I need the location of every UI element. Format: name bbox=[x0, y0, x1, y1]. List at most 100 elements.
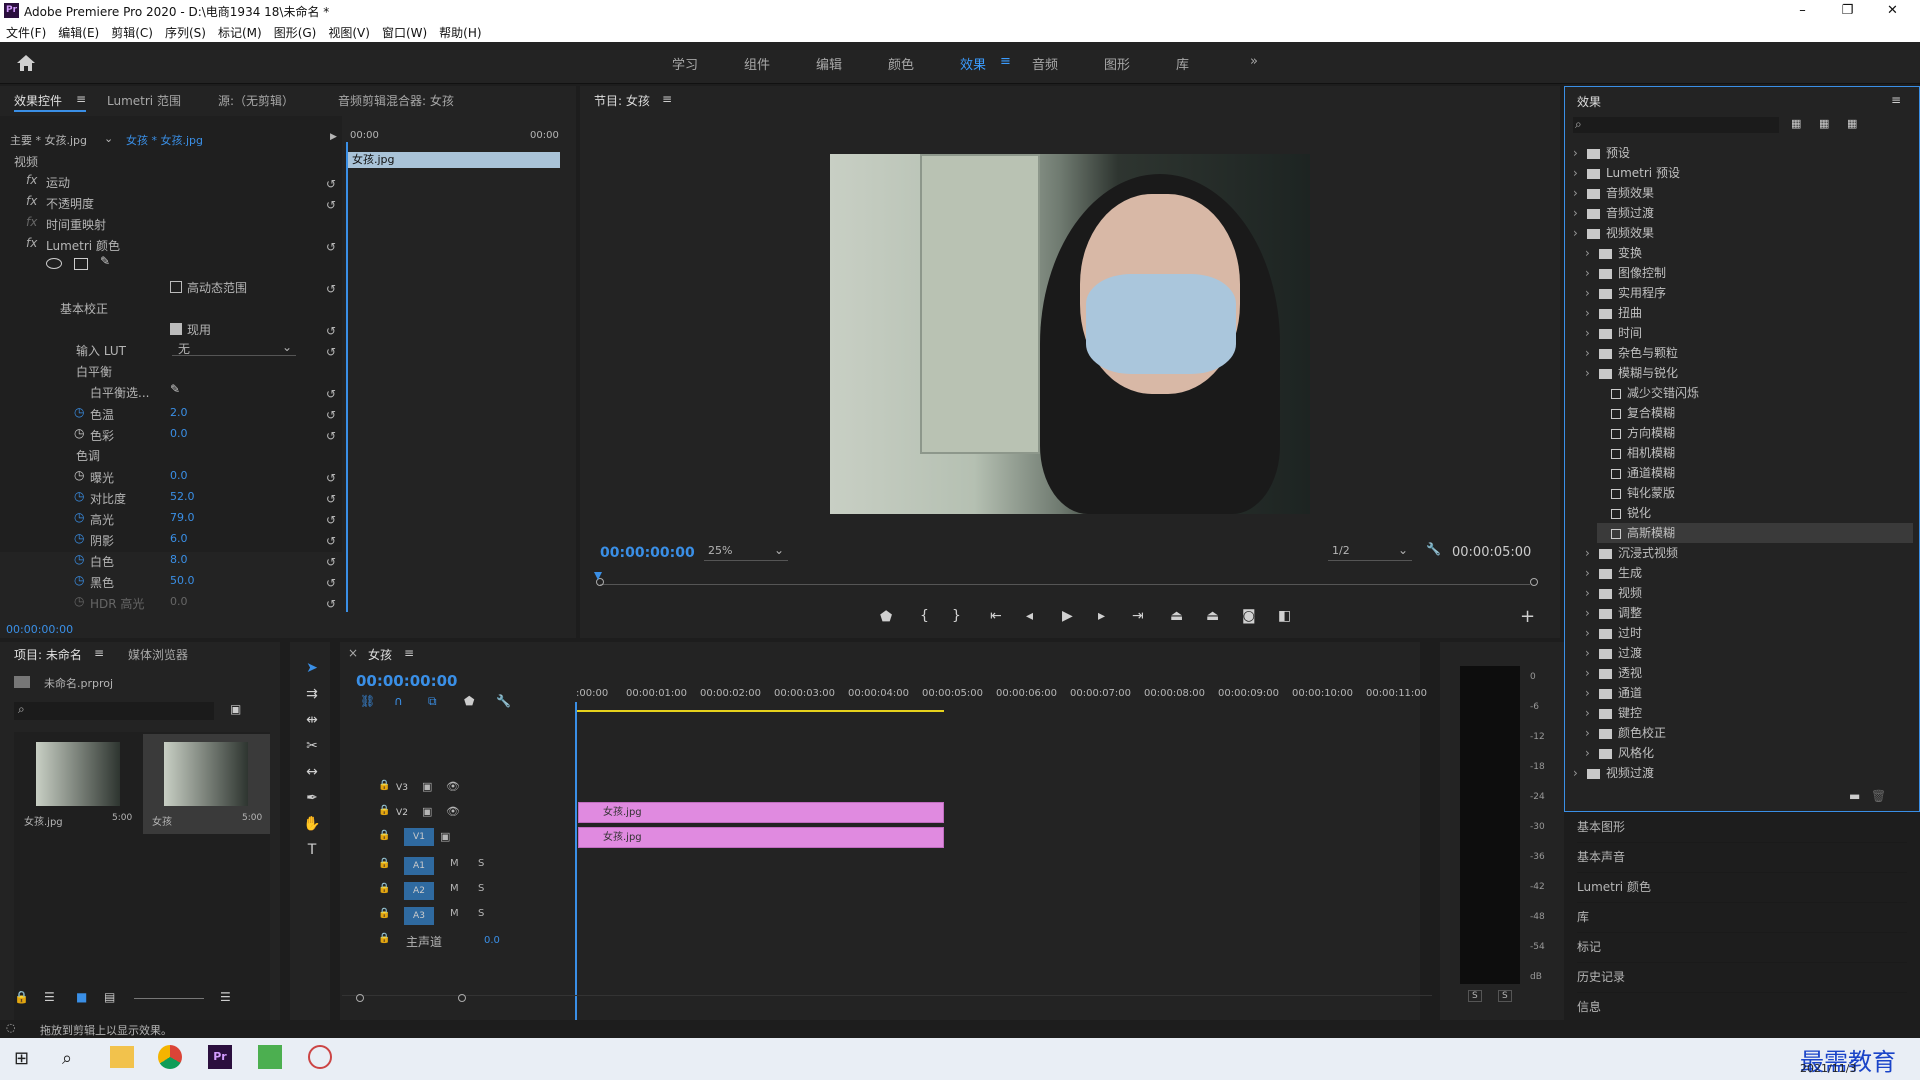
chevron-right-icon[interactable]: › bbox=[1585, 243, 1599, 263]
step-forward-icon[interactable]: ▸ bbox=[1098, 608, 1105, 624]
reset-icon[interactable]: ↺ bbox=[326, 594, 336, 615]
track-a3-label[interactable]: A3 bbox=[404, 907, 434, 925]
app-taskbar-icon[interactable] bbox=[308, 1045, 332, 1069]
effects-tree-item[interactable]: › 视频过渡 bbox=[1573, 763, 1913, 783]
tab-effect-controls[interactable]: 效果控件 bbox=[14, 92, 62, 109]
effects-tree-item[interactable]: › 时间 bbox=[1585, 323, 1913, 343]
work-area-bar[interactable] bbox=[576, 710, 944, 712]
effects-tree-item[interactable]: › 键控 bbox=[1585, 703, 1913, 723]
32bit-effects-icon[interactable]: ▦ bbox=[1819, 117, 1829, 130]
reset-icon[interactable]: ↺ bbox=[326, 552, 336, 573]
lock-icon[interactable]: 🔒 bbox=[378, 780, 390, 791]
menu-view[interactable]: 视图(V) bbox=[322, 22, 376, 43]
new-bin-icon[interactable]: ▬ bbox=[1849, 789, 1860, 803]
workspace-color[interactable]: 颜色 bbox=[888, 54, 914, 73]
highlight-value[interactable]: 79.0 bbox=[170, 511, 195, 524]
white-value[interactable]: 8.0 bbox=[170, 553, 188, 566]
chevron-right-icon[interactable]: › bbox=[1585, 683, 1599, 703]
effects-tree-item[interactable]: › 颜色校正 bbox=[1585, 723, 1913, 743]
panel-essential-graphics[interactable]: 基本图形 bbox=[1577, 812, 1907, 840]
menu-marker[interactable]: 标记(M) bbox=[212, 22, 268, 43]
effects-tree-item[interactable]: › 扭曲 bbox=[1585, 303, 1913, 323]
chevron-right-icon[interactable]: › bbox=[1585, 703, 1599, 723]
fx-icon[interactable]: fx bbox=[26, 173, 37, 187]
reset-icon[interactable]: ↺ bbox=[326, 279, 336, 300]
workspace-assembly[interactable]: 组件 bbox=[744, 54, 770, 73]
menu-edit[interactable]: 编辑(E) bbox=[52, 22, 105, 43]
search-icon[interactable]: ⌕ bbox=[62, 1048, 72, 1069]
effects-tree-item[interactable]: › 实用程序 bbox=[1585, 283, 1913, 303]
add-marker-icon[interactable]: ⬟ bbox=[880, 609, 892, 625]
effects-tree-item[interactable]: › 沉浸式视频 bbox=[1585, 543, 1913, 563]
reset-icon[interactable]: ↺ bbox=[326, 468, 336, 489]
chevron-right-icon[interactable]: › bbox=[1585, 563, 1599, 583]
clip-v2[interactable]: 女孩.jpg bbox=[578, 802, 944, 823]
contrast-value[interactable]: 52.0 bbox=[170, 490, 195, 503]
stopwatch-icon[interactable]: ◷ bbox=[74, 489, 84, 503]
effects-tree-item[interactable]: › 模糊与锐化 bbox=[1585, 363, 1913, 383]
effects-tree-item[interactable]: 方向模糊 bbox=[1597, 423, 1913, 443]
compare-view-icon[interactable]: ◧ bbox=[1278, 608, 1291, 624]
fx-icon[interactable]: fx bbox=[26, 236, 37, 250]
workspace-learn[interactable]: 学习 bbox=[672, 54, 698, 73]
master-clip-label[interactable]: 主要 * 女孩.jpg bbox=[10, 132, 87, 148]
reset-icon[interactable]: ↺ bbox=[326, 342, 336, 363]
program-video-frame[interactable] bbox=[830, 154, 1310, 514]
effects-tree-item[interactable]: › 预设 bbox=[1573, 143, 1913, 163]
effects-tree-item[interactable]: › 风格化 bbox=[1585, 743, 1913, 763]
slip-tool-icon[interactable]: ↔ bbox=[300, 764, 324, 786]
eye-icon[interactable]: 👁 bbox=[446, 780, 460, 793]
mark-in-icon[interactable]: { bbox=[920, 608, 929, 624]
timeline-playhead[interactable] bbox=[575, 702, 577, 1032]
effects-tree-item[interactable]: › 调整 bbox=[1585, 603, 1913, 623]
razor-tool-icon[interactable]: ✂ bbox=[300, 738, 324, 760]
zoom-slider[interactable] bbox=[134, 998, 204, 999]
panel-info[interactable]: 信息 bbox=[1577, 992, 1907, 1020]
chevron-right-icon[interactable]: › bbox=[1573, 763, 1587, 783]
chevron-right-icon[interactable]: › bbox=[1585, 363, 1599, 383]
chevron-right-icon[interactable]: › bbox=[1573, 143, 1587, 163]
reset-icon[interactable]: ↺ bbox=[326, 405, 336, 426]
track-a1-label[interactable]: A1 bbox=[404, 857, 434, 875]
mute-button[interactable]: M bbox=[450, 908, 459, 919]
workspace-more-button[interactable]: » bbox=[1250, 54, 1258, 69]
stopwatch-icon[interactable]: ◷ bbox=[74, 552, 84, 566]
stopwatch-icon[interactable]: ◷ bbox=[74, 510, 84, 524]
black-value[interactable]: 50.0 bbox=[170, 574, 195, 587]
go-to-out-icon[interactable]: ⇥ bbox=[1132, 608, 1144, 624]
close-button[interactable]: ✕ bbox=[1870, 1, 1915, 21]
effects-tree-item[interactable]: 通道模糊 bbox=[1597, 463, 1913, 483]
effects-tree-item[interactable]: › 音频过渡 bbox=[1573, 203, 1913, 223]
panel-history[interactable]: 历史记录 bbox=[1577, 962, 1907, 990]
clip-v1[interactable]: 女孩.jpg bbox=[578, 827, 944, 848]
reset-icon[interactable]: ↺ bbox=[326, 174, 336, 195]
ec-clip-bar[interactable]: 女孩.jpg bbox=[348, 152, 560, 168]
effect-motion[interactable]: 运动 bbox=[46, 174, 70, 191]
chevron-right-icon[interactable]: › bbox=[1585, 263, 1599, 283]
ripple-edit-tool-icon[interactable]: ⇹ bbox=[300, 712, 324, 734]
yuv-effects-icon[interactable]: ▦ bbox=[1847, 117, 1857, 130]
accelerated-effects-icon[interactable]: ▦ bbox=[1791, 117, 1801, 130]
reset-icon[interactable]: ↺ bbox=[326, 531, 336, 552]
lock-icon[interactable]: 🔒 bbox=[378, 883, 390, 894]
scroll-handle-right[interactable] bbox=[1530, 578, 1538, 586]
solo-button[interactable]: S bbox=[478, 908, 484, 919]
fx-icon[interactable]: fx bbox=[26, 194, 37, 208]
mark-out-icon[interactable]: } bbox=[952, 608, 961, 624]
solo-right-button[interactable]: S bbox=[1498, 990, 1512, 1002]
button-editor-icon[interactable]: + bbox=[1520, 606, 1535, 627]
sync-lock-icon[interactable]: ▣ bbox=[422, 805, 432, 818]
menu-help[interactable]: 帮助(H) bbox=[433, 22, 487, 43]
eyedropper-icon[interactable]: ✎ bbox=[170, 382, 180, 396]
chevron-right-icon[interactable]: › bbox=[1573, 223, 1587, 243]
stopwatch-icon[interactable]: ◷ bbox=[74, 426, 84, 440]
reset-icon[interactable]: ↺ bbox=[326, 237, 336, 258]
temp-value[interactable]: 2.0 bbox=[170, 406, 188, 419]
lock-icon[interactable]: 🔒 bbox=[378, 908, 390, 919]
program-timecode[interactable]: 00:00:00:00 bbox=[600, 545, 695, 561]
chevron-right-icon[interactable]: › bbox=[1585, 623, 1599, 643]
track-select-tool-icon[interactable]: ⇉ bbox=[300, 686, 324, 708]
ec-timecode[interactable]: 00:00:00:00 bbox=[6, 623, 73, 636]
panel-menu-icon[interactable]: ≡ bbox=[94, 646, 104, 660]
eye-icon[interactable]: 👁 bbox=[446, 805, 460, 818]
